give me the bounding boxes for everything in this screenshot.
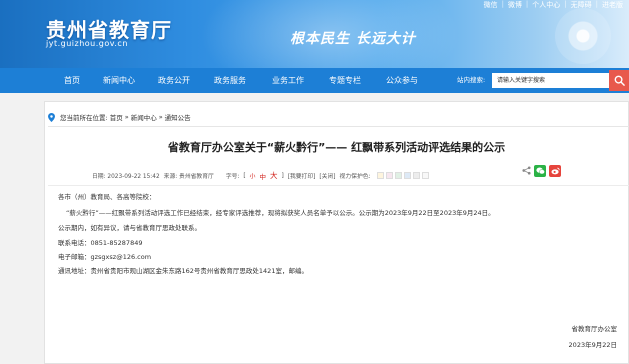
breadcrumb-divider — [48, 126, 629, 127]
article-date: 日期: 2023-09-22 15:42 — [92, 174, 160, 180]
search-label: 站内搜索: — [457, 76, 486, 84]
article-meta: 日期: 2023-09-22 15:42 来源: 贵州省教育厅 字号: [ 小 … — [92, 170, 429, 181]
color-swatch[interactable] — [385, 172, 393, 179]
breadcrumb-separator: » — [158, 113, 163, 121]
nav-item-participation[interactable]: 公众参与 — [386, 68, 418, 93]
breadcrumb-notices[interactable]: 通知公告 — [165, 112, 191, 122]
search-button[interactable] — [609, 70, 629, 91]
nav-item-gov-services[interactable]: 政务服务 — [214, 68, 246, 93]
breadcrumb-prefix: 您当前所在位置: — [60, 114, 108, 122]
salutation: 各市（州）教育局、各高等院校： — [58, 193, 156, 201]
top-link-separator: | — [564, 0, 567, 8]
font-size-medium[interactable]: 中 — [259, 171, 266, 181]
breadcrumb-home[interactable]: 首页 — [110, 112, 123, 122]
main-nav: 首页 新闻中心 政务公开 政务服务 业务工作 专题专栏 公众参与 站内搜索: — [0, 68, 629, 93]
nav-item-gov-affairs[interactable]: 政务公开 — [158, 68, 190, 93]
contact-email: 电子邮箱：gzsgxsz@126.com — [58, 253, 152, 261]
nav-item-topics[interactable]: 专题专栏 — [329, 68, 361, 93]
top-link-wechat[interactable]: 微信 — [484, 0, 498, 10]
top-link-old-version[interactable]: 进老版 — [602, 0, 623, 10]
font-size-small[interactable]: 小 — [250, 171, 256, 180]
body-paragraph: “薪火黔行”——红飘带系列活动评选工作已经结束，经专家评选推荐，现将拟获奖人员名… — [66, 209, 495, 217]
top-link-separator: | — [501, 0, 504, 8]
nav-item-business[interactable]: 业务工作 — [272, 68, 304, 93]
header-banner: 贵州省教育厅 jyt.guizhou.gov.cn 根本民生 长远大计 微信 |… — [0, 0, 629, 68]
breadcrumb-news[interactable]: 新闻中心 — [131, 112, 157, 122]
signature-date: 2023年9月22日 — [568, 341, 617, 349]
top-link-accessibility[interactable]: 无障碍 — [571, 0, 592, 10]
search-input[interactable] — [492, 73, 609, 88]
top-link-separator: | — [595, 0, 598, 8]
font-bracket-close: ] — [281, 172, 284, 179]
color-swatch[interactable] — [412, 172, 420, 179]
top-links: 微信 | 微博 | 个人中心 | 无障碍 | 进老版 — [484, 0, 623, 10]
protect-color-label: 视力保护色: — [339, 174, 371, 180]
contact-address: 通讯地址：贵州省贵阳市观山湖区金朱东路162号贵州省教育厅思政处1421室，邮编… — [58, 267, 308, 275]
protect-color-swatches — [376, 172, 429, 179]
site-slogan: 根本民生 长远大计 — [290, 31, 416, 47]
color-swatch[interactable] — [403, 172, 411, 179]
weibo-icon[interactable] — [549, 165, 561, 177]
top-link-separator: | — [525, 0, 529, 8]
close-link[interactable]: [关闭] — [319, 171, 335, 180]
wechat-icon[interactable] — [534, 165, 546, 177]
print-link[interactable]: [我要打印] — [288, 171, 316, 180]
nav-item-news[interactable]: 新闻中心 — [103, 68, 135, 93]
location-pin-icon — [48, 112, 55, 122]
nav-item-home[interactable]: 首页 — [64, 68, 80, 93]
dandelion-decoration — [555, 8, 611, 64]
color-swatch[interactable] — [394, 172, 402, 179]
font-size-label: 字号: — [225, 174, 240, 180]
contact-phone: 联系电话：0851-85287849 — [58, 239, 143, 247]
search-icon — [614, 75, 625, 86]
breadcrumb-separator: » — [124, 113, 129, 121]
meta-divider — [48, 185, 629, 186]
top-link-weibo[interactable]: 微博 — [508, 0, 522, 10]
article-title: 省教育厅办公室关于“薪火黔行”—— 红飘带系列活动评选结果的公示 — [167, 141, 506, 154]
share-bar — [522, 165, 561, 177]
font-bracket-open: [ — [243, 172, 246, 179]
color-swatch[interactable] — [421, 172, 429, 179]
site-url: jyt.guizhou.gov.cn — [46, 39, 128, 48]
article-source: 来源: 贵州省教育厅 — [163, 174, 214, 180]
font-size-large[interactable]: 大 — [270, 170, 278, 181]
breadcrumb: 您当前所在位置: 首页 » 新闻中心 » 通知公告 — [48, 112, 191, 122]
body-paragraph: 公示期内，如有异议，请与省教育厅思政处联系。 — [58, 224, 201, 232]
signature-org: 省教育厅办公室 — [571, 325, 618, 333]
share-icon[interactable] — [522, 165, 531, 177]
top-link-user-center[interactable]: 个人中心 — [532, 0, 560, 10]
color-swatch[interactable] — [376, 172, 384, 179]
